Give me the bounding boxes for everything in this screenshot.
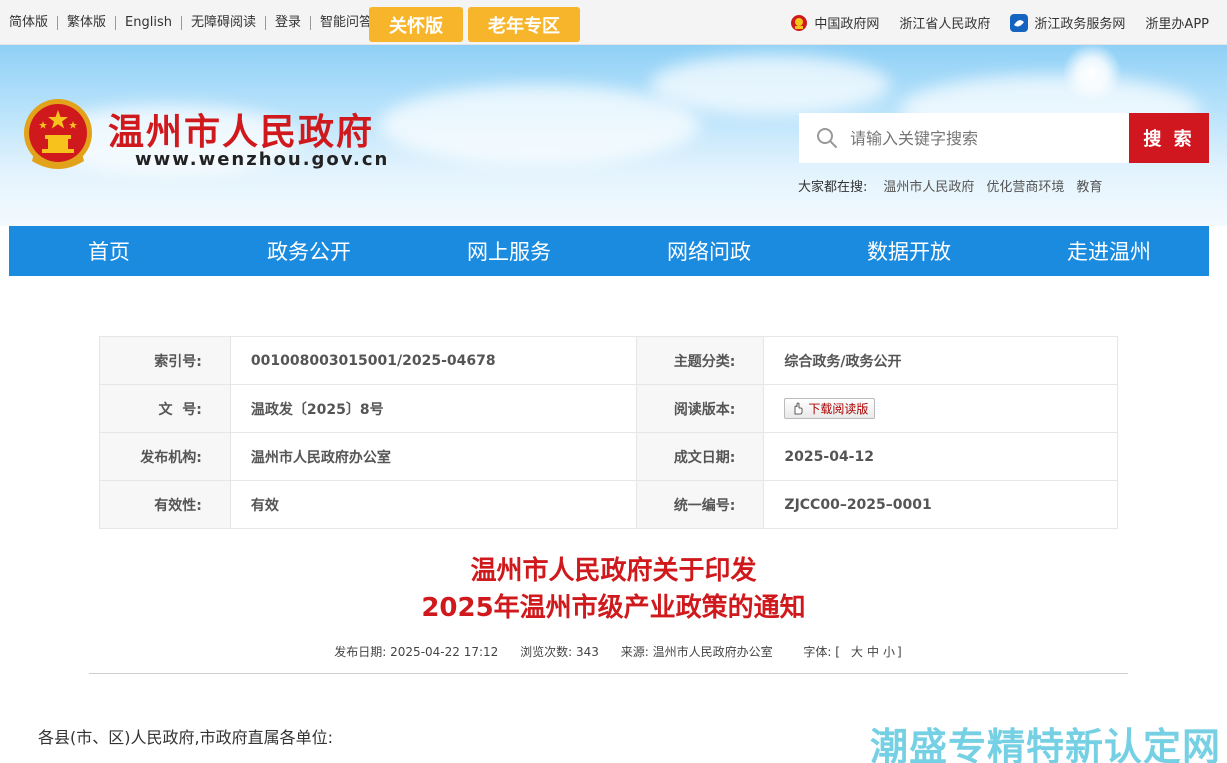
zj-service-label: 浙江政务服务网 [1034, 17, 1126, 32]
font-size-bracket: ] [897, 645, 902, 659]
table-row: 文 号: 温政发〔2025〕8号 阅读版本: 下载阅读版 [99, 384, 1118, 433]
zj-service-link[interactable]: 浙江政务服务网 [1010, 13, 1125, 32]
hot-word[interactable]: 优化营商环境 [986, 176, 1064, 195]
index-label: 索引号: [99, 336, 231, 385]
hot-search-label: 大家都在搜: [798, 180, 868, 195]
zj-service-icon [1010, 13, 1029, 32]
nav-item-online-services[interactable]: 网上服务 [409, 226, 609, 276]
font-medium-button[interactable]: 中 [867, 645, 879, 659]
header-banner: 温州市人民政府 www.wenzhou.gov.cn 搜 索 大家都在搜: 温州… [0, 45, 1227, 226]
article-greeting: 各县(市、区)人民政府,市政府直属各单位: [38, 728, 333, 747]
article-title-line1: 温州市人民政府关于印发 [470, 556, 757, 586]
issuer-label: 发布机构: [99, 432, 231, 481]
source: 来源: 温州市人民政府办公室 [620, 645, 773, 659]
gov-cn-link[interactable]: 中国政府网 [790, 13, 879, 32]
nav-item-gov-affairs[interactable]: 政务公开 [209, 226, 409, 276]
search-box [799, 113, 1129, 163]
date-value: 2025-04-12 [763, 432, 1118, 481]
code-value: ZJCC00–2025–0001 [763, 480, 1118, 529]
issuer-value: 温州市人民政府办公室 [229, 432, 637, 481]
care-mode-button[interactable]: 关怀版 [369, 7, 463, 42]
top-bar: 简体版 繁体版 English 无障碍阅读 登录 智能问答 关怀版 老年专区 中… [0, 0, 1227, 45]
accessibility-link[interactable]: 无障碍阅读 [182, 15, 266, 30]
zlb-app-link[interactable]: 浙里办APP [1145, 13, 1209, 32]
cloud-decoration [380, 85, 700, 165]
english-link[interactable]: English [116, 15, 182, 30]
view-count: 浏览次数: 343 [520, 645, 599, 659]
article-title-line2: 2025年温州市级产业政策的通知 [421, 593, 806, 623]
docno-label: 文 号: [99, 384, 231, 433]
nav-item-about-wenzhou[interactable]: 走进温州 [1009, 226, 1209, 276]
topic-label: 主题分类: [635, 336, 765, 385]
gov-cn-label: 中国政府网 [814, 17, 880, 32]
watermark: 潮盛专精特新认定网 [870, 725, 1222, 763]
site-url: www.wenzhou.gov.cn [135, 149, 390, 170]
hot-word[interactable]: 教育 [1076, 176, 1102, 195]
hand-pointer-icon [795, 402, 803, 415]
download-reading-button[interactable]: 下载阅读版 [784, 398, 876, 419]
simplified-link[interactable]: 简体版 [0, 15, 59, 30]
divider [89, 673, 1128, 674]
font-size-control: 字体: [ 大中小] [794, 645, 901, 659]
nav-item-home[interactable]: 首页 [9, 226, 209, 276]
hot-word[interactable]: 温州市人民政府 [883, 176, 974, 195]
national-emblem-logo[interactable] [22, 97, 94, 173]
hot-search: 大家都在搜: 温州市人民政府 优化营商环境 教育 [798, 176, 1102, 195]
table-row: 索引号: 001008003015001/2025-04678 主题分类: 综合… [99, 336, 1118, 385]
reading-label: 阅读版本: [635, 384, 765, 433]
article-meta: 发布日期: 2025-04-22 17:12 浏览次数: 343 来源: 温州市… [0, 643, 1227, 660]
nav-item-online-inquiry[interactable]: 网络问政 [609, 226, 809, 276]
index-value: 001008003015001/2025-04678 [229, 336, 637, 385]
reading-cell: 下载阅读版 [763, 384, 1118, 433]
font-small-button[interactable]: 小 [883, 645, 895, 659]
topic-value: 综合政务/政务公开 [763, 336, 1118, 385]
nav-item-open-data[interactable]: 数据开放 [809, 226, 1009, 276]
traditional-link[interactable]: 繁体版 [58, 15, 117, 30]
table-row: 有效性: 有效 统一编号: ZJCC00–2025–0001 [99, 480, 1118, 529]
valid-value: 有效 [229, 480, 637, 529]
docno-value: 温政发〔2025〕8号 [229, 384, 637, 433]
search-icon [817, 128, 837, 148]
main-nav: 首页 政务公开 网上服务 网络问政 数据开放 走进温州 [9, 226, 1209, 276]
sun-glow [1062, 45, 1122, 103]
zj-gov-link[interactable]: 浙江省人民政府 [899, 13, 990, 32]
search-input[interactable] [850, 128, 1110, 148]
national-emblem-icon [791, 14, 808, 31]
top-right-links: 中国政府网 浙江省人民政府 浙江政务服务网 浙里办APP [770, 0, 1209, 45]
download-reading-label: 下载阅读版 [808, 402, 869, 416]
login-link[interactable]: 登录 [266, 15, 312, 30]
table-row: 发布机构: 温州市人民政府办公室 成文日期: 2025-04-12 [99, 432, 1118, 481]
document-info-table: 索引号: 001008003015001/2025-04678 主题分类: 综合… [99, 336, 1118, 529]
article-title: 温州市人民政府关于印发 2025年温州市级产业政策的通知 [0, 553, 1227, 627]
valid-label: 有效性: [99, 480, 231, 529]
site-title: 温州市人民政府 [108, 112, 375, 153]
cloud-decoration [650, 55, 890, 115]
elder-zone-button[interactable]: 老年专区 [468, 7, 580, 42]
font-large-button[interactable]: 大 [851, 645, 863, 659]
publish-date: 发布日期: 2025-04-22 17:12 [334, 645, 499, 659]
top-links: 简体版 繁体版 English 无障碍阅读 登录 智能问答 [0, 0, 381, 45]
date-label: 成文日期: [635, 432, 765, 481]
search-button[interactable]: 搜 索 [1129, 113, 1209, 163]
code-label: 统一编号: [635, 480, 765, 529]
font-size-label: 字体: [ [803, 645, 840, 659]
zj-gov-label: 浙江省人民政府 [899, 17, 991, 32]
zlb-app-label: 浙里办APP [1145, 17, 1209, 32]
